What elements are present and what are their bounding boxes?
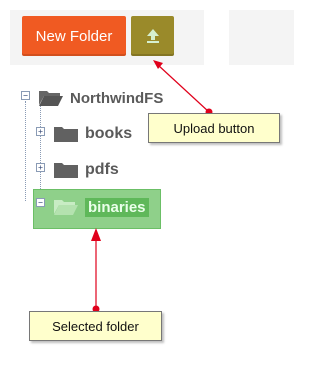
selected-folder-callout: Selected folder [29,311,162,341]
upload-button-callout: Upload button [148,113,280,143]
